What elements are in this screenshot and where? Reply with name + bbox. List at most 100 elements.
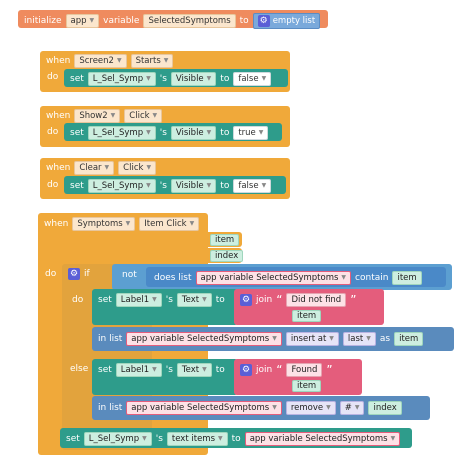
- does-list-row: does list app variable SelectedSymptoms ▼…: [154, 271, 422, 285]
- position-dropdown[interactable]: last ▼: [342, 332, 376, 346]
- chevron-down-icon: ▼: [341, 274, 347, 281]
- list-var-value: app variable SelectedSymptoms: [131, 403, 270, 413]
- mode-dropdown[interactable]: remove ▼: [285, 401, 336, 415]
- component-dropdown[interactable]: Screen2 ▼: [74, 54, 127, 68]
- possessive-label: 's: [165, 364, 173, 375]
- set-visible-row: set L_Sel_Symp ▼ 's Visible ▼ to false ▼: [70, 72, 272, 86]
- join-row: ⚙ join “ Did not find ”: [240, 293, 356, 307]
- property-value: Visible: [175, 74, 204, 84]
- event-dropdown[interactable]: Click ▼: [124, 109, 163, 123]
- gear-icon[interactable]: ⚙: [240, 294, 252, 306]
- chevron-down-icon: ▼: [116, 57, 122, 64]
- set-label: set: [98, 364, 112, 375]
- in-list-label: in list: [98, 333, 123, 344]
- op-value: #: [344, 403, 352, 413]
- gear-icon[interactable]: ⚙: [68, 268, 80, 280]
- target-dropdown[interactable]: Label1 ▼: [115, 293, 162, 307]
- property-value: Visible: [175, 181, 204, 191]
- property-value: Text: [181, 295, 200, 305]
- chevron-down-icon: ▼: [272, 404, 277, 411]
- property-dropdown[interactable]: Text ▼: [176, 293, 212, 307]
- component-dropdown[interactable]: Clear ▼: [74, 161, 115, 175]
- initialize-label: initialize: [24, 15, 62, 26]
- component-dropdown[interactable]: Show2 ▼: [74, 109, 121, 123]
- to-label: to: [220, 73, 230, 84]
- possessive-label: 's: [155, 433, 163, 444]
- param-item[interactable]: item: [210, 234, 240, 246]
- not-label: not: [122, 270, 137, 280]
- position-value: last: [347, 334, 364, 344]
- event2-header: when Show2 ▼ Click ▼: [46, 109, 163, 123]
- join-row: ⚙ join “ Found ”: [240, 363, 333, 377]
- target-dropdown[interactable]: L_Sel_Symp ▼: [87, 179, 156, 193]
- chevron-down-icon: ▼: [104, 164, 110, 171]
- chevron-down-icon: ▼: [89, 17, 95, 24]
- event-dropdown[interactable]: Starts ▼: [130, 54, 174, 68]
- event-dropdown[interactable]: Item Click ▼: [139, 217, 200, 231]
- set-visible-row: set L_Sel_Symp ▼ 's Visible ▼ to true ▼: [70, 126, 269, 140]
- set-label: set: [70, 180, 84, 191]
- scope-value: app: [70, 16, 87, 26]
- list-var-getter[interactable]: app variable SelectedSymptoms ▼: [244, 432, 401, 446]
- op-dropdown[interactable]: # ▼: [339, 401, 365, 415]
- chevron-down-icon: ▼: [261, 75, 267, 82]
- empty-list-label: empty list: [272, 16, 316, 26]
- item-getter[interactable]: item: [292, 380, 322, 392]
- chevron-down-icon: ▼: [146, 164, 152, 171]
- property-dropdown[interactable]: Text ▼: [176, 363, 212, 377]
- item-getter[interactable]: item: [394, 332, 424, 346]
- index-getter[interactable]: index: [368, 401, 402, 415]
- when-label: when: [46, 55, 71, 66]
- event-dropdown[interactable]: Click ▼: [118, 161, 157, 175]
- boolean-dropdown[interactable]: true ▼: [233, 126, 269, 140]
- param-index[interactable]: index: [210, 250, 244, 262]
- event-value: Starts: [135, 56, 161, 66]
- property-dropdown[interactable]: Visible ▼: [170, 179, 217, 193]
- list-var-getter[interactable]: app variable SelectedSymptoms ▼: [126, 401, 282, 415]
- chevron-down-icon: ▼: [146, 129, 151, 136]
- empty-list-block[interactable]: ⚙ empty list: [252, 13, 321, 29]
- target-dropdown[interactable]: Label1 ▼: [115, 363, 162, 377]
- property-dropdown[interactable]: text items ▼: [166, 432, 228, 446]
- target-dropdown[interactable]: L_Sel_Symp ▼: [87, 126, 156, 140]
- boolean-dropdown[interactable]: false ▼: [233, 179, 272, 193]
- item-getter[interactable]: item: [292, 310, 322, 322]
- property-dropdown[interactable]: Visible ▼: [170, 72, 217, 86]
- list-var-value: app variable SelectedSymptoms: [131, 334, 270, 344]
- event-value: Item Click: [144, 219, 187, 229]
- list-var-value: app variable SelectedSymptoms: [200, 273, 339, 283]
- text-literal[interactable]: Found: [286, 363, 323, 377]
- component-dropdown[interactable]: Symptoms ▼: [72, 217, 136, 231]
- as-label: as: [379, 333, 391, 344]
- close-quote-icon: ”: [350, 293, 357, 307]
- contain-item-getter[interactable]: item: [392, 271, 422, 285]
- mode-value: insert at: [290, 334, 327, 344]
- list-var-getter[interactable]: app variable SelectedSymptoms ▼: [195, 271, 352, 285]
- to-label: to: [231, 433, 241, 444]
- event1-header: when Screen2 ▼ Starts ▼: [46, 54, 174, 68]
- join-label: join: [256, 294, 273, 305]
- chevron-down-icon: ▼: [152, 296, 157, 303]
- chevron-down-icon: ▼: [354, 404, 360, 411]
- chevron-down-icon: ▼: [326, 404, 331, 411]
- target-dropdown[interactable]: L_Sel_Symp ▼: [87, 72, 156, 86]
- set-label-row: set Label1 ▼ 's Text ▼ to: [98, 293, 225, 307]
- target-value: Label1: [120, 365, 150, 375]
- gear-icon[interactable]: ⚙: [257, 15, 270, 27]
- set-text-items-row: set L_Sel_Symp ▼ 's text items ▼ to app va…: [66, 432, 401, 446]
- target-value: L_Sel_Symp: [88, 434, 140, 444]
- property-value: Text: [181, 365, 200, 375]
- variable-name-field[interactable]: SelectedSymptoms: [143, 14, 236, 28]
- target-dropdown[interactable]: L_Sel_Symp ▼: [83, 432, 152, 446]
- mode-dropdown[interactable]: insert at ▼: [285, 332, 339, 346]
- target-value: L_Sel_Symp: [92, 74, 144, 84]
- boolean-dropdown[interactable]: false ▼: [233, 72, 272, 86]
- text-literal[interactable]: Did not find: [286, 293, 347, 307]
- scope-dropdown[interactable]: app ▼: [65, 14, 100, 28]
- chevron-down-icon: ▼: [258, 129, 264, 136]
- join-label: join: [256, 364, 273, 375]
- list-var-getter[interactable]: app variable SelectedSymptoms ▼: [126, 332, 282, 346]
- event-value: Click: [129, 111, 150, 121]
- gear-icon[interactable]: ⚙: [240, 364, 252, 376]
- property-dropdown[interactable]: Visible ▼: [170, 126, 217, 140]
